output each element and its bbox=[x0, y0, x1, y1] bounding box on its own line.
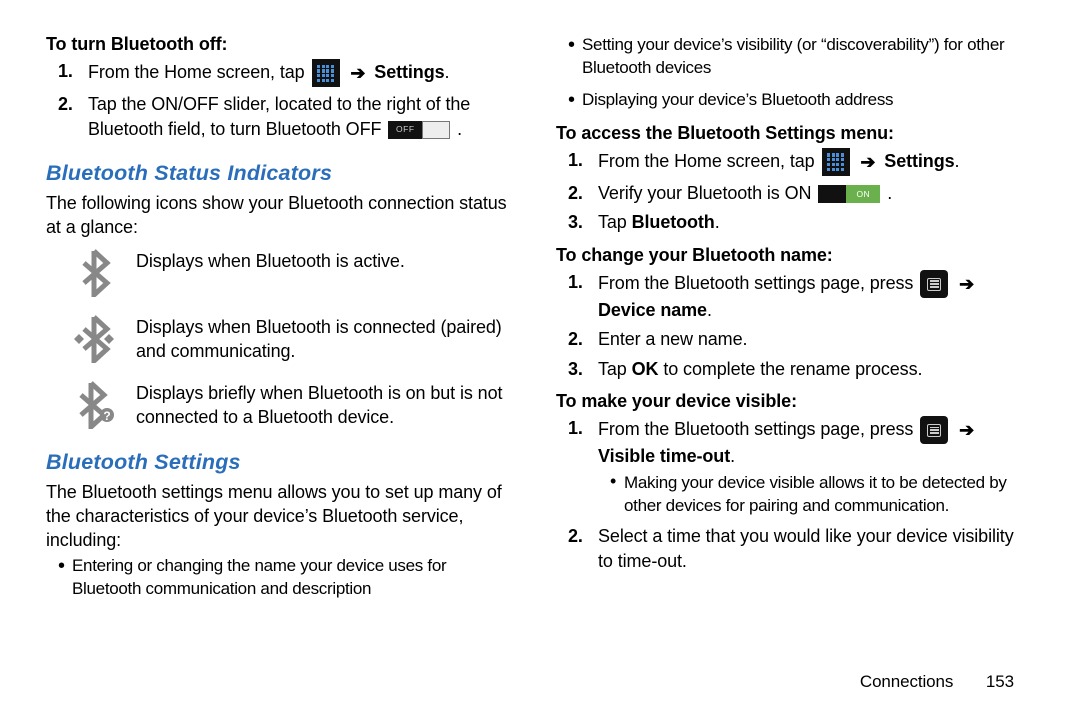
settings-label: Settings bbox=[884, 151, 954, 171]
table-row: ? Displays briefly when Bluetooth is on … bbox=[70, 380, 518, 430]
list-item: Making your device visible allows it to … bbox=[624, 472, 1028, 518]
step-item: From the Home screen, tap ➔ Settings. bbox=[598, 148, 1028, 176]
step-item: Tap Bluetooth. bbox=[598, 210, 1028, 234]
on-slider-icon: ON bbox=[818, 185, 880, 203]
bluetooth-label: Bluetooth bbox=[632, 212, 715, 232]
step-text: From the Bluetooth settings page, press bbox=[598, 419, 918, 439]
bluetooth-active-icon bbox=[70, 248, 118, 298]
list-item: Setting your device’s visibility (or “di… bbox=[582, 34, 1028, 80]
step-item: Select a time that you would like your d… bbox=[598, 524, 1028, 573]
step-text: Tap bbox=[598, 212, 632, 232]
page-footer: Connections 153 bbox=[860, 671, 1014, 694]
icon-description: Displays when Bluetooth is active. bbox=[136, 248, 518, 273]
left-column: To turn Bluetooth off: From the Home scr… bbox=[46, 32, 518, 670]
step-text: From the Home screen, tap bbox=[598, 151, 820, 171]
step-item: Enter a new name. bbox=[598, 327, 1028, 351]
access-steps: From the Home screen, tap ➔ Settings. Ve… bbox=[556, 148, 1028, 235]
turn-off-steps: From the Home screen, tap ➔ Settings. Ta… bbox=[46, 59, 518, 141]
step-text: Verify your Bluetooth is ON bbox=[598, 183, 816, 203]
sub-bullets: Making your device visible allows it to … bbox=[598, 472, 1028, 518]
step-item: From the Bluetooth settings page, press … bbox=[598, 416, 1028, 518]
arrow-icon: ➔ bbox=[860, 150, 875, 174]
step-text: to complete the rename process. bbox=[658, 359, 922, 379]
visible-timeout-label: Visible time-out bbox=[598, 446, 730, 466]
visible-steps: From the Bluetooth settings page, press … bbox=[556, 416, 1028, 573]
indicators-intro: The following icons show your Bluetooth … bbox=[46, 191, 518, 240]
step-text: Tap bbox=[598, 359, 632, 379]
change-name-heading: To change your Bluetooth name: bbox=[556, 243, 1028, 267]
list-item: Entering or changing the name your devic… bbox=[72, 555, 518, 601]
settings-label: Settings bbox=[374, 62, 444, 82]
step-item: Tap the ON/OFF slider, located to the ri… bbox=[88, 92, 518, 141]
table-row: Displays when Bluetooth is connected (pa… bbox=[70, 314, 518, 364]
page-number: 153 bbox=[986, 671, 1014, 694]
turn-off-heading: To turn Bluetooth off: bbox=[46, 32, 518, 56]
bluetooth-status-heading: Bluetooth Status Indicators bbox=[46, 159, 518, 188]
device-name-label: Device name bbox=[598, 300, 707, 320]
bluetooth-connected-icon bbox=[70, 314, 118, 364]
ok-label: OK bbox=[632, 359, 659, 379]
step-item: From the Home screen, tap ➔ Settings. bbox=[88, 59, 518, 87]
change-name-steps: From the Bluetooth settings page, press … bbox=[556, 270, 1028, 381]
arrow-icon: ➔ bbox=[350, 61, 365, 85]
visible-heading: To make your device visible: bbox=[556, 389, 1028, 413]
off-slider-icon: OFF bbox=[388, 121, 450, 139]
svg-text:?: ? bbox=[103, 409, 110, 423]
bluetooth-searching-icon: ? bbox=[70, 380, 118, 430]
settings-bullets: Entering or changing the name your devic… bbox=[46, 555, 518, 601]
step-text: From the Bluetooth settings page, press bbox=[598, 273, 918, 293]
right-column: Setting your device’s visibility (or “di… bbox=[556, 32, 1028, 670]
access-heading: To access the Bluetooth Settings menu: bbox=[556, 121, 1028, 145]
arrow-icon: ➔ bbox=[959, 272, 974, 296]
arrow-icon: ➔ bbox=[959, 418, 974, 442]
footer-section: Connections bbox=[860, 672, 953, 691]
step-item: Verify your Bluetooth is ON ON . bbox=[598, 181, 1028, 205]
step-item: Tap OK to complete the rename process. bbox=[598, 357, 1028, 381]
settings-intro: The Bluetooth settings menu allows you t… bbox=[46, 480, 518, 553]
icon-description: Displays when Bluetooth is connected (pa… bbox=[136, 314, 518, 364]
table-row: Displays when Bluetooth is active. bbox=[70, 248, 518, 298]
menu-icon bbox=[920, 270, 948, 298]
icon-description: Displays briefly when Bluetooth is on bu… bbox=[136, 380, 518, 430]
bluetooth-settings-heading: Bluetooth Settings bbox=[46, 448, 518, 477]
step-item: From the Bluetooth settings page, press … bbox=[598, 270, 1028, 322]
page-body: To turn Bluetooth off: From the Home scr… bbox=[0, 0, 1080, 670]
bluetooth-icon-table: Displays when Bluetooth is active. Displ… bbox=[70, 248, 518, 430]
settings-bullets-cont: Setting your device’s visibility (or “di… bbox=[556, 34, 1028, 112]
apps-icon bbox=[312, 59, 340, 87]
step-text: From the Home screen, tap bbox=[88, 62, 310, 82]
menu-icon bbox=[920, 416, 948, 444]
list-item: Displaying your device’s Bluetooth addre… bbox=[582, 89, 1028, 112]
apps-icon bbox=[822, 148, 850, 176]
